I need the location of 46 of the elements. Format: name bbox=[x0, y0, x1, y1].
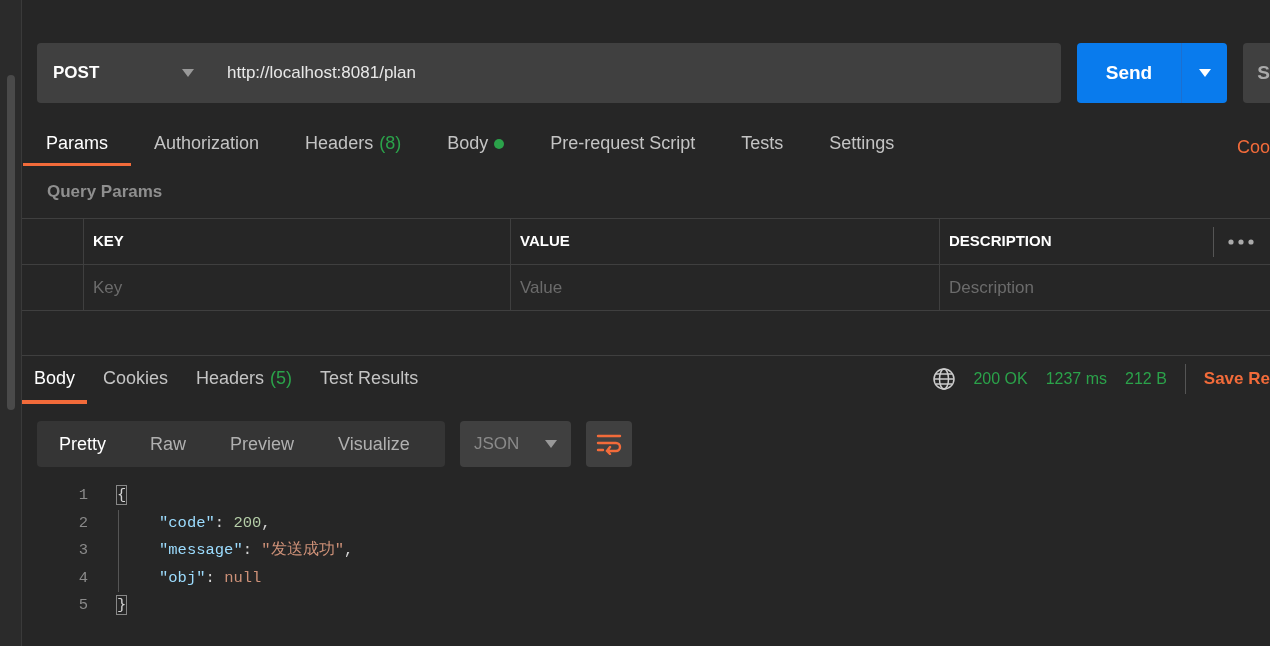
response-size: 212 B bbox=[1125, 369, 1167, 389]
column-header: KEY bbox=[84, 219, 511, 264]
view-mode-tab[interactable]: Pretty bbox=[37, 421, 128, 467]
request-tab[interactable]: Params bbox=[23, 124, 131, 166]
line-number: 1 bbox=[77, 485, 88, 507]
response-time: 1237 ms bbox=[1045, 369, 1107, 389]
code-link[interactable]: Coo bbox=[1236, 124, 1270, 166]
column-header: VALUE bbox=[511, 219, 940, 264]
code-line: "code": 200, bbox=[159, 512, 271, 534]
section-title: Query Params bbox=[47, 181, 163, 204]
code-line: "obj": null bbox=[159, 567, 262, 589]
request-tab[interactable]: Headers (8) bbox=[282, 124, 425, 166]
response-tab[interactable]: Body bbox=[22, 356, 88, 404]
caret-icon bbox=[1198, 69, 1211, 77]
scrollbar[interactable] bbox=[7, 75, 15, 410]
view-mode-tab[interactable]: Preview bbox=[208, 421, 317, 467]
request-tab[interactable]: Pre-request Script bbox=[527, 124, 719, 166]
more-options-icon[interactable] bbox=[1228, 238, 1254, 245]
code-line: } bbox=[117, 595, 127, 617]
request-tab[interactable]: Body bbox=[424, 124, 528, 166]
wrap-lines-button[interactable] bbox=[586, 421, 632, 467]
column-header: DESCRIPTION bbox=[948, 231, 1053, 252]
code-line: { bbox=[117, 485, 127, 507]
caret-icon bbox=[545, 440, 557, 448]
globe-icon[interactable] bbox=[933, 368, 956, 390]
caret-icon bbox=[182, 69, 194, 77]
request-tab[interactable]: Settings bbox=[806, 124, 918, 166]
view-mode-tab[interactable]: Visualize bbox=[316, 421, 432, 467]
method-dropdown[interactable]: POST bbox=[37, 43, 212, 103]
send-button[interactable]: Send bbox=[1076, 43, 1182, 103]
status-code: 200 OK bbox=[973, 369, 1028, 389]
response-tab[interactable]: Cookies bbox=[91, 356, 181, 404]
url-field[interactable]: http://localhost:8081/plan bbox=[212, 43, 1061, 103]
wrap-lines-icon bbox=[596, 433, 622, 455]
line-number: 5 bbox=[77, 595, 88, 617]
line-number: 4 bbox=[77, 567, 88, 589]
code-line: "message": "发送成功", bbox=[159, 540, 354, 562]
response-tab[interactable]: Test Results bbox=[308, 356, 431, 404]
line-number: 2 bbox=[77, 512, 88, 534]
line-number: 3 bbox=[77, 540, 88, 562]
response-tab[interactable]: Headers (5) bbox=[184, 356, 305, 404]
request-tab[interactable]: Tests bbox=[718, 124, 807, 166]
save-response-link[interactable]: Save Re bbox=[1203, 366, 1270, 392]
view-mode-tab[interactable]: Raw bbox=[128, 421, 209, 467]
request-tab[interactable]: Authorization bbox=[131, 124, 283, 166]
save-button[interactable]: S bbox=[1243, 43, 1270, 103]
